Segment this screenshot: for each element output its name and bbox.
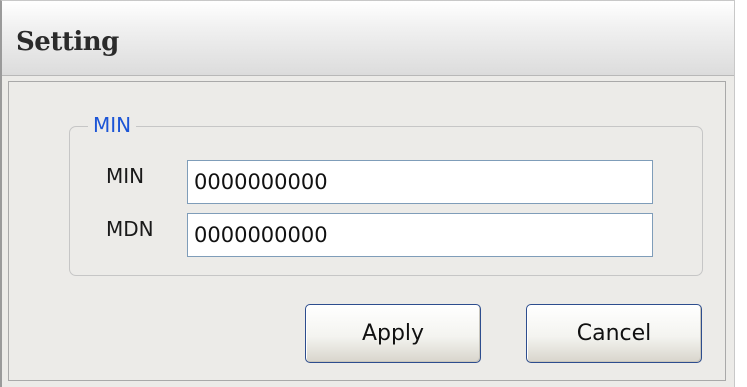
- cancel-button[interactable]: Cancel: [526, 304, 702, 363]
- title-bar[interactable]: Setting: [2, 1, 734, 76]
- mdn-input[interactable]: [187, 213, 653, 257]
- groupbox-legend: MIN: [88, 113, 137, 137]
- mdn-label: MDN: [106, 217, 154, 241]
- dialog-title: Setting: [16, 27, 119, 57]
- min-input[interactable]: [187, 160, 653, 204]
- min-groupbox: MIN MIN MDN: [69, 113, 703, 276]
- setting-dialog: Setting MIN MIN MDN Apply Cancel: [0, 0, 735, 387]
- apply-button[interactable]: Apply: [305, 304, 481, 363]
- dialog-body: MIN MIN MDN Apply Cancel: [8, 81, 726, 381]
- min-label: MIN: [106, 164, 145, 188]
